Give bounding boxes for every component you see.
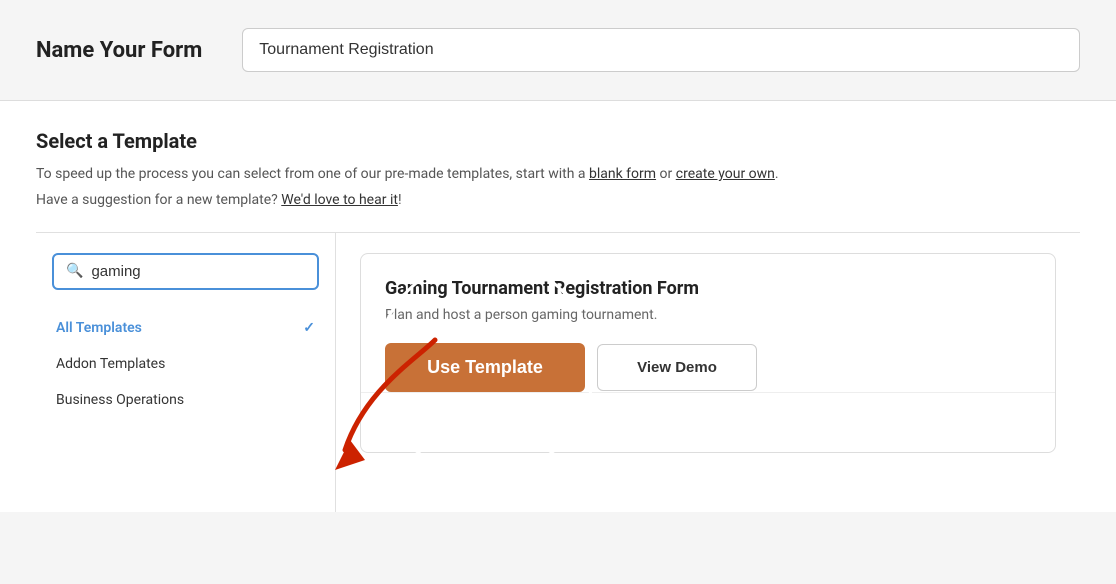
check-icon: ✓	[303, 320, 315, 336]
form-name-label: Name Your Form	[36, 38, 202, 63]
use-template-button[interactable]: Use Template	[385, 343, 585, 392]
template-description: To speed up the process you can select f…	[36, 163, 1080, 185]
search-input[interactable]	[91, 263, 305, 280]
template-area: Gaming Tournament Registration Form Plan…	[336, 233, 1080, 512]
view-demo-button[interactable]: View Demo	[597, 344, 757, 391]
search-icon: 🔍	[66, 263, 83, 279]
sidebar-item-business-operations[interactable]: Business Operations	[52, 382, 319, 418]
blank-form-link[interactable]: blank form	[589, 166, 656, 182]
template-suggestion: Have a suggestion for a new template? We…	[36, 189, 1080, 211]
use-template-wrapper: Use Template	[385, 343, 585, 392]
template-card-description: Plan and host a person gaming tournament…	[385, 307, 1031, 323]
suggestion-link[interactable]: We'd love to hear it	[281, 192, 398, 208]
template-card-title: Gaming Tournament Registration Form	[385, 278, 1031, 299]
top-section: Name Your Form	[0, 0, 1116, 101]
select-template-title: Select a Template	[36, 129, 1080, 153]
sidebar-item-all-templates[interactable]: All Templates ✓	[52, 310, 319, 346]
sidebar-item-addon-templates[interactable]: Addon Templates	[52, 346, 319, 382]
card-bottom	[361, 392, 1055, 452]
create-own-link[interactable]: create your own	[676, 166, 775, 182]
form-name-input[interactable]	[242, 28, 1080, 72]
template-buttons: Use Template View Demo	[385, 343, 1031, 392]
sidebar: 🔍 All Templates ✓ Addon Templates Busine…	[36, 233, 336, 512]
template-card: Gaming Tournament Registration Form Plan…	[360, 253, 1056, 453]
search-box: 🔍	[52, 253, 319, 290]
content-area: 🔍 All Templates ✓ Addon Templates Busine…	[36, 232, 1080, 512]
main-section: Select a Template To speed up the proces…	[0, 101, 1116, 512]
sidebar-nav: All Templates ✓ Addon Templates Business…	[52, 310, 319, 418]
